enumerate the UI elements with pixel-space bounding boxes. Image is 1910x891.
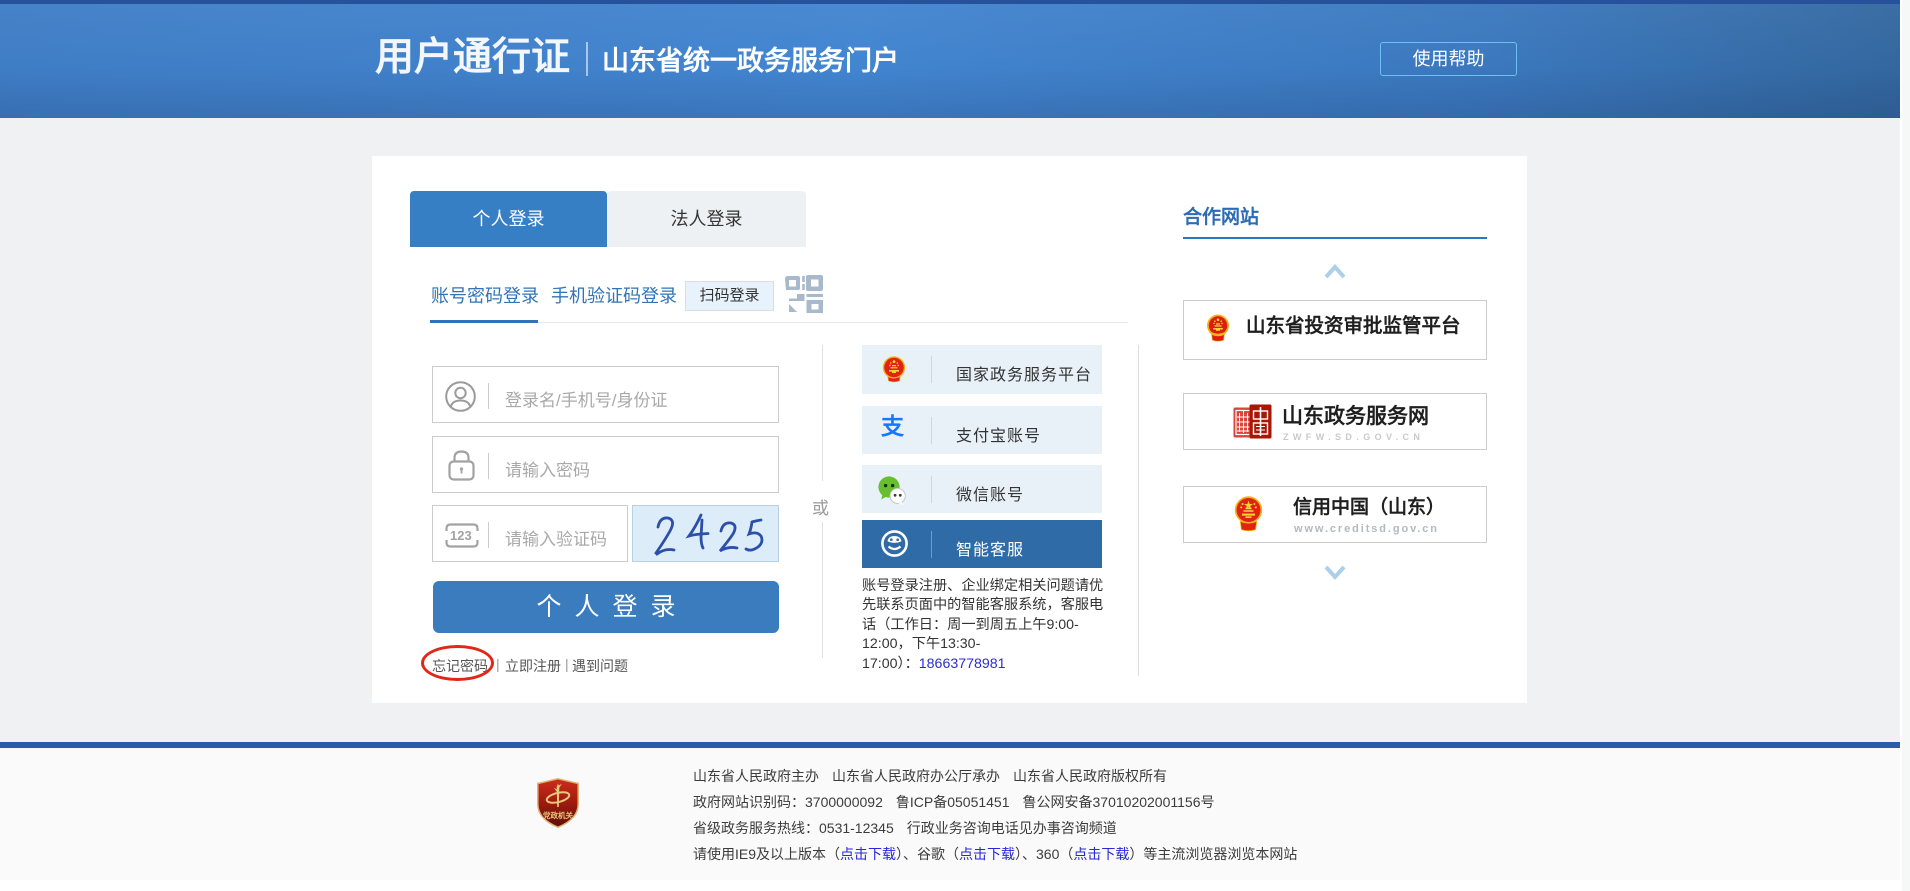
svg-text:123: 123 — [450, 528, 472, 543]
svg-text:党政机关: 党政机关 — [543, 810, 573, 820]
